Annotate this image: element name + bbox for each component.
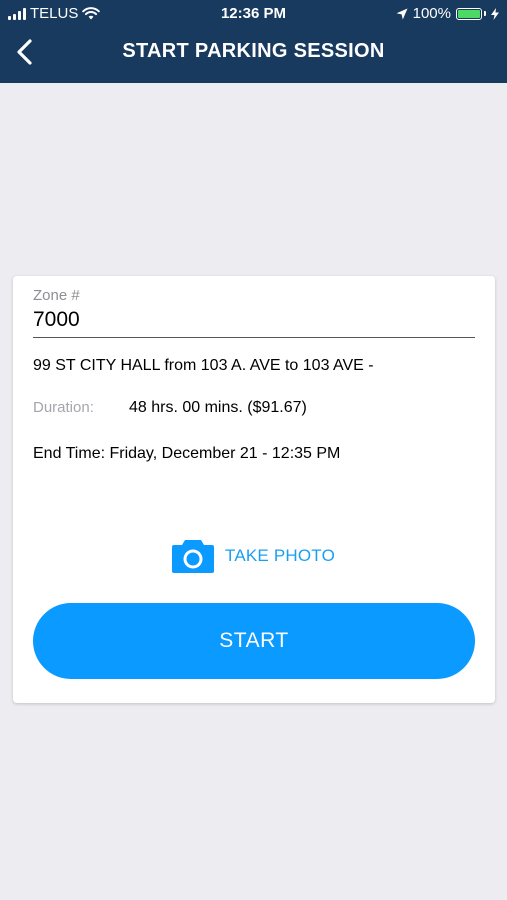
camera-icon	[172, 540, 214, 573]
battery-cap	[484, 11, 486, 16]
battery-percent: 100%	[412, 5, 451, 22]
zone-address: 99 ST CITY HALL from 103 A. AVE to 103 A…	[33, 357, 374, 374]
status-bar: TELUS 12:36 PM 100%	[0, 0, 507, 28]
status-right: 100%	[396, 5, 499, 22]
start-button[interactable]: START	[33, 603, 475, 679]
take-photo-button[interactable]: TAKE PHOTO	[171, 538, 335, 574]
end-time: End Time: Friday, December 21 - 12:35 PM	[33, 445, 341, 462]
zone-input[interactable]: 7000	[33, 308, 80, 332]
parking-session-card: Zone # 7000 99 ST CITY HALL from 103 A. …	[13, 276, 495, 703]
zone-label: Zone #	[33, 287, 80, 304]
app-header: TELUS 12:36 PM 100% START PARKING SESSIO…	[0, 0, 507, 83]
nav-bar: START PARKING SESSION	[0, 30, 507, 75]
charging-bolt-icon	[491, 7, 499, 20]
page-title: START PARKING SESSION	[122, 40, 385, 62]
location-arrow-icon	[396, 8, 408, 19]
take-photo-label: TAKE PHOTO	[225, 546, 336, 565]
duration-value[interactable]: 48 hrs. 00 mins. ($91.67)	[129, 399, 307, 417]
duration-label: Duration:	[33, 399, 94, 416]
battery-icon	[456, 7, 482, 20]
zone-input-underline	[33, 337, 475, 338]
